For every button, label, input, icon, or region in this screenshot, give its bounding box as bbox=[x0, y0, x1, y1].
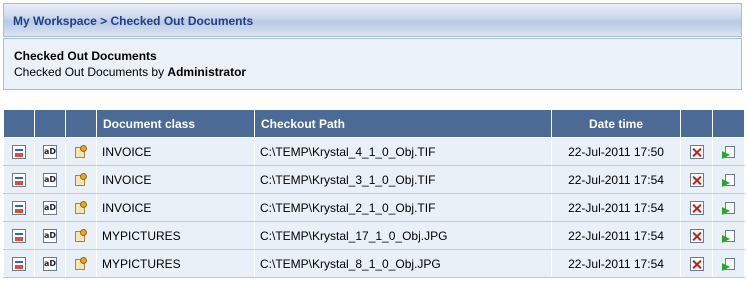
cancel-checkout-icon[interactable] bbox=[689, 200, 704, 215]
annotate-cell[interactable]: aD bbox=[34, 221, 66, 250]
table-row: aD MYPICTURES C:\TEMP\Krystal_17_1_0_Obj… bbox=[3, 221, 745, 250]
table-row: aD INVOICE C:\TEMP\Krystal_4_1_0_Obj.TIF… bbox=[3, 137, 745, 166]
cancel-checkout-icon[interactable] bbox=[689, 256, 704, 271]
cancel-cell[interactable] bbox=[680, 165, 713, 194]
checkin-cell[interactable] bbox=[712, 193, 745, 222]
checkin-cell[interactable] bbox=[712, 165, 745, 194]
properties-icon[interactable] bbox=[74, 144, 88, 159]
properties-cell[interactable] bbox=[65, 193, 97, 222]
annotate-icon[interactable]: aD bbox=[43, 228, 57, 243]
page-title: Checked Out Documents bbox=[14, 49, 157, 63]
checked-out-documents-table: Document class Checkout Path Date time a… bbox=[3, 109, 745, 278]
cancel-cell[interactable] bbox=[680, 193, 713, 222]
view-document-icon[interactable] bbox=[12, 256, 26, 271]
table-header-row: Document class Checkout Path Date time bbox=[3, 109, 745, 138]
view-cell[interactable] bbox=[3, 137, 35, 166]
header-properties bbox=[65, 109, 97, 138]
properties-cell[interactable] bbox=[65, 221, 97, 250]
annotate-icon[interactable]: aD bbox=[43, 256, 57, 271]
properties-cell[interactable] bbox=[65, 249, 97, 278]
view-document-icon[interactable] bbox=[12, 200, 26, 215]
document-class-cell: MYPICTURES bbox=[96, 221, 255, 250]
header-view bbox=[3, 109, 35, 138]
page-subtitle: Checked Out Documents by Administrator bbox=[14, 65, 246, 79]
info-panel: Checked Out Documents Checked Out Docume… bbox=[3, 38, 742, 90]
checkout-path-cell: C:\TEMP\Krystal_2_1_0_Obj.TIF bbox=[254, 193, 552, 222]
view-cell[interactable] bbox=[3, 193, 35, 222]
check-in-icon[interactable] bbox=[721, 229, 736, 243]
cancel-checkout-icon[interactable] bbox=[689, 228, 704, 243]
properties-icon[interactable] bbox=[74, 256, 88, 271]
cancel-checkout-icon[interactable] bbox=[689, 144, 704, 159]
header-annotate bbox=[34, 109, 66, 138]
cancel-cell[interactable] bbox=[680, 137, 713, 166]
annotate-cell[interactable]: aD bbox=[34, 137, 66, 166]
header-checkin bbox=[712, 109, 745, 138]
annotate-icon[interactable]: aD bbox=[43, 144, 57, 159]
view-document-icon[interactable] bbox=[12, 144, 26, 159]
checkout-path-cell: C:\TEMP\Krystal_4_1_0_Obj.TIF bbox=[254, 137, 552, 166]
date-time-cell: 22-Jul-2011 17:54 bbox=[551, 193, 681, 222]
check-in-icon[interactable] bbox=[721, 257, 736, 271]
annotate-icon[interactable]: aD bbox=[43, 172, 57, 187]
checkin-cell[interactable] bbox=[712, 249, 745, 278]
checkin-cell[interactable] bbox=[712, 221, 745, 250]
properties-icon[interactable] bbox=[74, 200, 88, 215]
header-checkout-path[interactable]: Checkout Path bbox=[254, 109, 552, 138]
checkout-path-cell: C:\TEMP\Krystal_17_1_0_Obj.JPG bbox=[254, 221, 552, 250]
annotate-icon[interactable]: aD bbox=[43, 200, 57, 215]
header-date-time[interactable]: Date time bbox=[551, 109, 681, 138]
view-cell[interactable] bbox=[3, 165, 35, 194]
document-class-cell: INVOICE bbox=[96, 193, 255, 222]
check-in-icon[interactable] bbox=[721, 173, 736, 187]
checkin-cell[interactable] bbox=[712, 137, 745, 166]
properties-icon[interactable] bbox=[74, 228, 88, 243]
breadcrumb-bar: My Workspace > Checked Out Documents bbox=[3, 3, 742, 37]
annotate-cell[interactable]: aD bbox=[34, 249, 66, 278]
header-document-class[interactable]: Document class bbox=[96, 109, 255, 138]
properties-icon[interactable] bbox=[74, 172, 88, 187]
cancel-checkout-icon[interactable] bbox=[689, 172, 704, 187]
document-class-cell: INVOICE bbox=[96, 165, 255, 194]
view-document-icon[interactable] bbox=[12, 228, 26, 243]
properties-cell[interactable] bbox=[65, 165, 97, 194]
subtitle-user: Administrator bbox=[167, 65, 247, 79]
header-cancel bbox=[680, 109, 713, 138]
subtitle-prefix: Checked Out Documents by bbox=[14, 65, 168, 79]
date-time-cell: 22-Jul-2011 17:54 bbox=[551, 165, 681, 194]
view-cell[interactable] bbox=[3, 221, 35, 250]
checkout-path-cell: C:\TEMP\Krystal_3_1_0_Obj.TIF bbox=[254, 165, 552, 194]
table-row: aD INVOICE C:\TEMP\Krystal_3_1_0_Obj.TIF… bbox=[3, 165, 745, 194]
document-class-cell: MYPICTURES bbox=[96, 249, 255, 278]
check-in-icon[interactable] bbox=[721, 145, 736, 159]
date-time-cell: 22-Jul-2011 17:50 bbox=[551, 137, 681, 166]
date-time-cell: 22-Jul-2011 17:54 bbox=[551, 249, 681, 278]
checkout-path-cell: C:\TEMP\Krystal_8_1_0_Obj.JPG bbox=[254, 249, 552, 278]
table-row: aD INVOICE C:\TEMP\Krystal_2_1_0_Obj.TIF… bbox=[3, 193, 745, 222]
view-cell[interactable] bbox=[3, 249, 35, 278]
view-document-icon[interactable] bbox=[12, 172, 26, 187]
check-in-icon[interactable] bbox=[721, 201, 736, 215]
properties-cell[interactable] bbox=[65, 137, 97, 166]
cancel-cell[interactable] bbox=[680, 249, 713, 278]
breadcrumb[interactable]: My Workspace > Checked Out Documents bbox=[13, 14, 253, 28]
annotate-cell[interactable]: aD bbox=[34, 193, 66, 222]
document-class-cell: INVOICE bbox=[96, 137, 255, 166]
cancel-cell[interactable] bbox=[680, 221, 713, 250]
annotate-cell[interactable]: aD bbox=[34, 165, 66, 194]
date-time-cell: 22-Jul-2011 17:54 bbox=[551, 221, 681, 250]
table-row: aD MYPICTURES C:\TEMP\Krystal_8_1_0_Obj.… bbox=[3, 249, 745, 278]
